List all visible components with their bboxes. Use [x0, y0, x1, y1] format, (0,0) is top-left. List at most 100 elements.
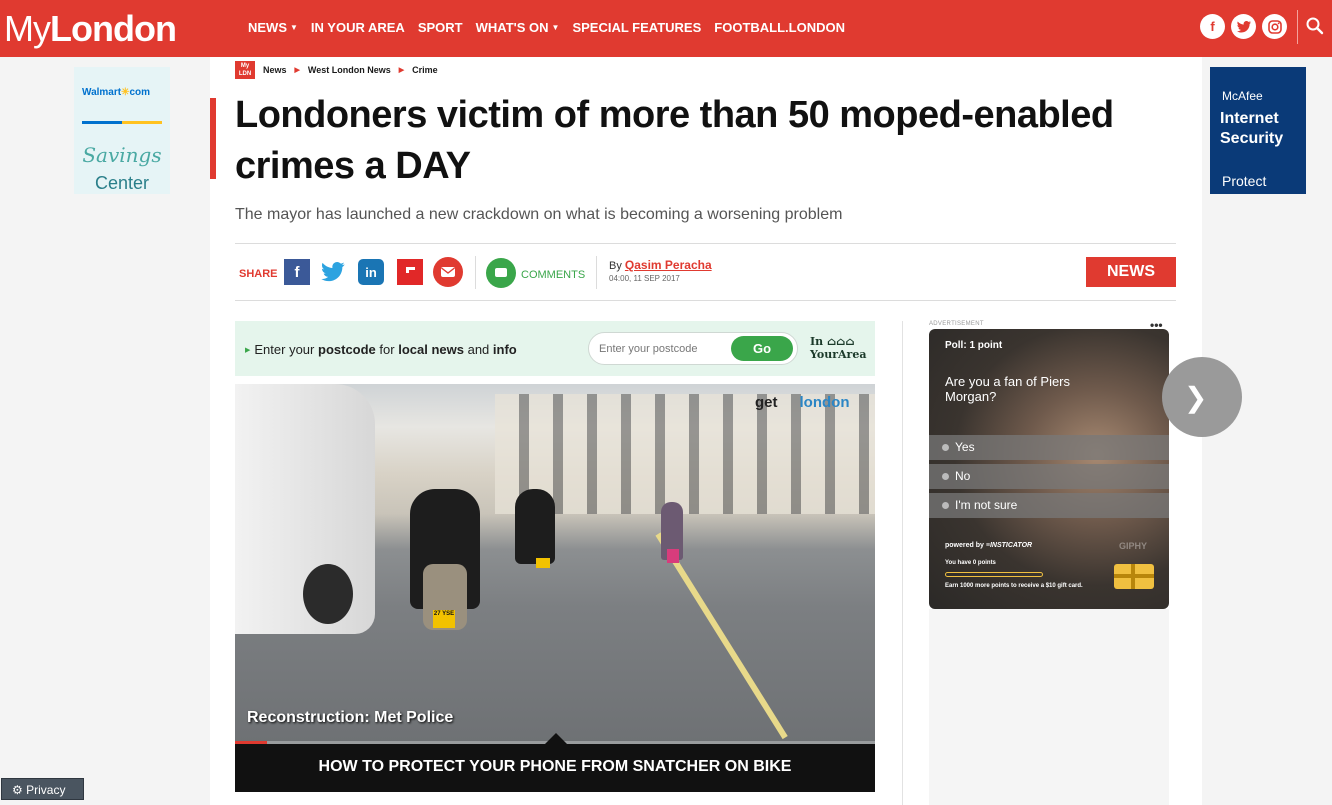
- divider: [475, 256, 476, 289]
- comments-link[interactable]: COMMENTS: [521, 269, 585, 281]
- ad-subline: Center: [94, 173, 150, 193]
- brand-line: YourArea: [810, 348, 867, 361]
- facebook-icon[interactable]: f: [1200, 14, 1225, 39]
- postcode-form: Go: [588, 332, 798, 365]
- poll-earn-text: Earn 1000 more points to receive a $10 g…: [945, 583, 1083, 589]
- linkedin-icon[interactable]: in: [358, 259, 384, 285]
- video-scene-plate: 27 YSE: [433, 610, 455, 628]
- nav-label: WHAT'S ON: [475, 20, 549, 35]
- watermark-get: get: [755, 394, 778, 411]
- breadcrumb-crime[interactable]: Crime: [412, 65, 438, 75]
- nav-item-news[interactable]: NEWS ▼: [248, 20, 298, 35]
- watermark-london: london: [799, 394, 850, 411]
- mylondon-badge[interactable]: My LDN: [235, 61, 255, 79]
- chevron-right-icon: ▶: [398, 67, 405, 74]
- video-caption: Reconstruction: Met Police: [247, 709, 454, 726]
- poll-option-label: No: [955, 469, 971, 483]
- poll-points-status: You have 0 points: [945, 560, 996, 566]
- caret-down-icon: ▼: [551, 23, 560, 32]
- video-scene-rider: [515, 489, 555, 564]
- poll-option-no[interactable]: No: [929, 464, 1169, 489]
- share-label: SHARE: [239, 268, 278, 280]
- facebook-icon[interactable]: f: [284, 259, 310, 285]
- mcafee-ad[interactable]: McAfee Internet Security Protect: [1210, 67, 1306, 194]
- go-button[interactable]: Go: [731, 336, 793, 361]
- divider: [596, 256, 597, 289]
- site-logo[interactable]: MyLondon: [4, 8, 177, 50]
- header-divider: [1297, 10, 1298, 44]
- postcode-prompt: ▶ Enter your postcode for local news and …: [245, 342, 517, 357]
- author-link[interactable]: Qasim Peracha: [625, 258, 712, 272]
- ad-headline: Savings: [82, 143, 162, 167]
- inyourarea-logo[interactable]: In ⌂⌂⌂ YourArea: [810, 335, 866, 361]
- ad-brand: McAfee: [1222, 89, 1263, 103]
- poll-powered-by: powered by ≡INSTICATOR: [945, 542, 1032, 549]
- nav-item-sport[interactable]: SPORT: [418, 20, 463, 35]
- arrow-right-icon: ▶: [245, 347, 251, 354]
- column-divider: [902, 321, 903, 805]
- brand-line: In: [810, 335, 824, 348]
- privacy-button[interactable]: ⚙ Privacy: [1, 778, 84, 800]
- video-watermark: get london: [755, 394, 849, 411]
- badge-bottom: LDN: [238, 71, 252, 77]
- nav-label: IN YOUR AREA: [310, 20, 405, 35]
- main-nav: NEWS ▼ IN YOUR AREA SPORT WHAT'S ON ▼ SPEC…: [248, 20, 845, 35]
- divider: [235, 300, 1176, 301]
- byline: By Qasim Peracha: [609, 258, 712, 272]
- nav-label: SPECIAL FEATURES: [572, 20, 702, 35]
- prompt-text: for: [379, 342, 395, 357]
- poll-question: Are you a fan of Piers Morgan?: [945, 374, 1071, 404]
- poll-option-yes[interactable]: Yes: [929, 435, 1169, 460]
- breadcrumb-news[interactable]: News: [263, 65, 287, 75]
- site-header: MyLondon NEWS ▼ IN YOUR AREA SPORT WHAT'S…: [0, 0, 1332, 57]
- giphy-logo: GIPHY: [1119, 541, 1148, 551]
- twitter-icon[interactable]: [1231, 14, 1256, 39]
- video-scene-plate: [536, 558, 550, 568]
- nav-item-special-features[interactable]: SPECIAL FEATURES: [572, 20, 701, 35]
- search-icon[interactable]: [1305, 16, 1327, 38]
- ad-rule: [82, 121, 162, 124]
- walmart-ad[interactable]: Walmart✳com Savings Center: [74, 67, 170, 194]
- nav-label: SPORT: [417, 20, 463, 35]
- divider: [235, 243, 1176, 244]
- prompt-bold: info: [492, 342, 517, 357]
- poll-option-not-sure[interactable]: I'm not sure: [929, 493, 1169, 518]
- logo-prefix: My: [4, 8, 51, 49]
- privacy-label: Privacy: [26, 783, 66, 797]
- poll-next-button[interactable]: ❯: [1162, 357, 1242, 437]
- nav-item-whats-on[interactable]: WHAT'S ON ▼: [476, 20, 560, 35]
- video-scene-bag: [667, 549, 679, 563]
- article-standfirst: The mayor has launched a new crackdown o…: [235, 206, 843, 223]
- poll-points-bar: [945, 572, 1043, 577]
- logo-suffix: London: [50, 8, 177, 49]
- prompt-bold: postcode: [318, 342, 376, 357]
- radio-icon: [942, 502, 949, 509]
- ad-product: Internet Security: [1220, 110, 1284, 147]
- ad-cta: Protect: [1222, 173, 1267, 189]
- chevron-right-icon: ▶: [294, 67, 300, 74]
- video-scene-road: [655, 532, 788, 740]
- twitter-icon[interactable]: [320, 259, 346, 285]
- email-icon[interactable]: [433, 257, 463, 287]
- gift-card-icon: [1114, 564, 1154, 589]
- breadcrumb-west-london-news[interactable]: West London News: [308, 65, 391, 75]
- badge-top: My: [240, 63, 250, 69]
- radio-icon: [942, 444, 949, 451]
- ad-placeholder: [929, 609, 1169, 805]
- flipboard-icon[interactable]: [397, 259, 423, 285]
- prompt-text: Enter your: [254, 342, 315, 357]
- comments-icon[interactable]: [486, 258, 516, 288]
- nav-item-football-london[interactable]: FOOTBALL.LONDON: [714, 20, 845, 35]
- gear-icon: ⚙: [12, 783, 23, 797]
- nav-item-in-your-area[interactable]: IN YOUR AREA: [311, 20, 405, 35]
- powered-label: powered by: [945, 542, 984, 549]
- video-scene-wheel: [303, 564, 353, 624]
- poll-widget: Poll: 1 point Are you a fan of Piers Mor…: [929, 329, 1169, 609]
- radio-icon: [942, 473, 949, 480]
- postcode-input[interactable]: [599, 341, 719, 357]
- instagram-icon[interactable]: [1262, 14, 1287, 39]
- video-title[interactable]: HOW TO PROTECT YOUR PHONE FROM SNATCHER …: [235, 744, 875, 792]
- headline-accent: [210, 98, 216, 179]
- section-badge[interactable]: NEWS: [1086, 257, 1176, 287]
- video-player[interactable]: 27 YSE get london Reconstruction: Met Pol…: [235, 384, 875, 744]
